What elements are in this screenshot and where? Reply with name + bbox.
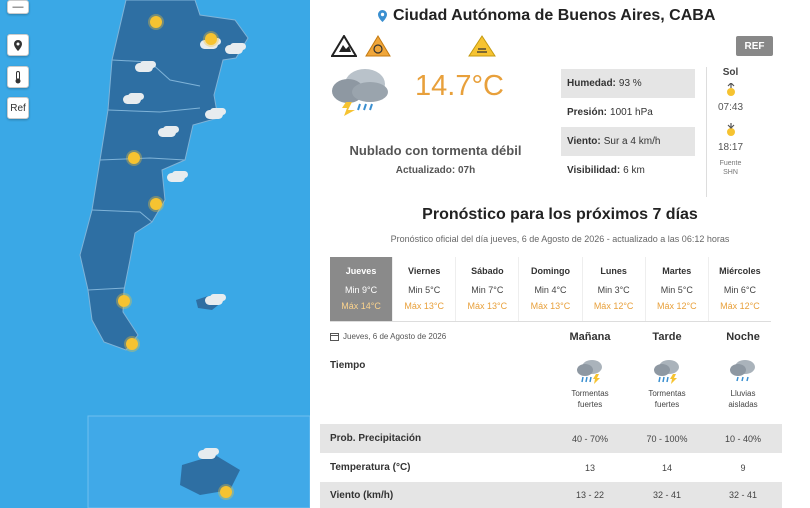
- forecast-subtitle: Pronóstico oficial del día jueves, 6 de …: [390, 234, 730, 244]
- weather-panel: Ciudad Autónoma de Buenos Aires, CABA RE…: [310, 0, 810, 508]
- row-precipitation: Prob. Precipitación 40 - 70% 70 - 100% 1…: [320, 424, 782, 453]
- map-cloud-icon: [123, 95, 141, 104]
- argentina-map-shape: [0, 0, 310, 508]
- map-cloud-icon: [205, 296, 223, 305]
- day-tab-martes[interactable]: Martes Min 5°C Máx 12°C: [644, 257, 708, 321]
- day-tab-lunes[interactable]: Lunes Min 3°C Máx 12°C: [581, 257, 645, 321]
- map-ref-button[interactable]: Ref: [7, 97, 29, 119]
- updated-time: Actualizado: 07h: [395, 165, 476, 176]
- map-sun-icon: [126, 338, 138, 350]
- map-cloud-icon: [225, 45, 243, 54]
- map-cloud-icon: [135, 63, 153, 72]
- map-sun-icon: [150, 16, 162, 28]
- sunrise-time: 07:43: [717, 102, 744, 113]
- forecast-title: Pronóstico para los próximos 7 días: [422, 206, 698, 223]
- sunset-icon: [726, 123, 735, 136]
- map-sun-icon: [128, 152, 140, 164]
- storm-alert-icon[interactable]: [330, 35, 358, 57]
- thermometer-icon: [15, 70, 21, 83]
- day-tab-domingo[interactable]: Domingo Min 4°C Máx 13°C: [518, 257, 581, 321]
- detail-date: Jueves, 6 de Agosto de 2026: [330, 332, 446, 341]
- alerts-bar: [330, 35, 496, 57]
- day-tab-viernes[interactable]: Viernes Min 5°C Máx 13°C: [392, 257, 455, 321]
- period-tarde: Tarde: [652, 331, 682, 343]
- sunrise-icon: [726, 82, 735, 96]
- period-weather-manana: Tormentas fuertes: [560, 358, 620, 410]
- day-tab-jueves[interactable]: Jueves Min 9°C Máx 14°C: [330, 257, 393, 321]
- thunderstorm-icon: [577, 360, 602, 384]
- map-sun-icon: [118, 295, 130, 307]
- location-name: Ciudad Autónoma de Buenos Aires, CABA: [393, 7, 716, 24]
- current-condition: Nublado con tormenta débil: [349, 143, 522, 158]
- calendar-icon: [330, 333, 339, 341]
- row-temperature: Temperatura (°C) 13 14 9: [330, 462, 746, 473]
- map-sun-icon: [150, 198, 162, 210]
- weather-map[interactable]: — Ref: [0, 0, 310, 508]
- current-stats: Humedad: 93 % Presión: 1001 hPa Viento: Sur…: [561, 69, 695, 185]
- day-tab-miercoles[interactable]: Miércoles Min 6°C Máx 12°C: [707, 257, 771, 321]
- storm-cloud-icon: [330, 64, 392, 121]
- sun-title: Sol: [722, 67, 739, 78]
- map-sun-icon: [220, 486, 232, 498]
- map-cloud-icon: [205, 110, 223, 119]
- day-tabs: Jueves Min 9°C Máx 14°C Viernes Min 5°C Máx …: [330, 257, 771, 322]
- rain-alert-icon[interactable]: [468, 35, 496, 57]
- day-tab-sabado[interactable]: Sábado Min 7°C Máx 13°C: [455, 257, 518, 321]
- rain-cloud-icon: [730, 360, 755, 382]
- period-noche: Noche: [726, 331, 760, 343]
- thunderstorm-icon: [654, 360, 679, 384]
- period-weather-tarde: Tormentas fuertes: [637, 358, 697, 410]
- stat-pressure: Presión: 1001 hPa: [567, 107, 653, 118]
- period-manana: Mañana: [569, 331, 611, 343]
- map-cloud-icon: [158, 128, 176, 137]
- ref-button[interactable]: REF: [736, 36, 773, 56]
- map-cloud-icon: [167, 173, 185, 182]
- thermometer-button[interactable]: [7, 66, 29, 88]
- wind-alert-icon[interactable]: [364, 35, 392, 57]
- stat-visibility: Visibilidad: 6 km: [567, 165, 645, 176]
- location-pin-button[interactable]: [7, 34, 29, 56]
- map-sun-icon: [205, 33, 217, 45]
- sunset-time: 18:17: [717, 142, 744, 153]
- map-pin-icon: [14, 39, 22, 51]
- zoom-out-button[interactable]: —: [7, 0, 29, 14]
- location-header: Ciudad Autónoma de Buenos Aires, CABA: [378, 7, 715, 25]
- sun-times: Sol 07:43 18:17 Fuente SHN: [706, 67, 754, 197]
- period-weather-noche: Lluvias aisladas: [713, 358, 773, 410]
- current-temperature: 14.7°C: [415, 70, 504, 102]
- tiempo-label: Tiempo: [330, 360, 366, 371]
- row-wind: Viento (km/h) 13 - 22 32 - 41 32 - 41: [320, 482, 782, 508]
- stat-humidity: Humedad: 93 %: [561, 69, 695, 98]
- stat-wind: Viento: Sur a 4 km/h: [561, 127, 695, 156]
- map-cloud-icon: [198, 450, 216, 459]
- sun-source: Fuente SHN: [719, 160, 742, 176]
- location-pin-icon: [378, 10, 387, 22]
